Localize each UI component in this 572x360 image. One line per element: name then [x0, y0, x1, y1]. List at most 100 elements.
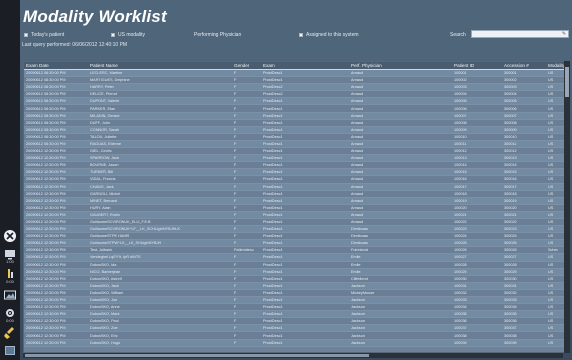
table-cell: 100005 [454, 99, 467, 104]
column-header-exam[interactable]: Exam [261, 63, 349, 68]
table-row[interactable]: 20090612 12:30:00 PM BOURNE, Jason F ProstD… [24, 162, 566, 170]
table-row[interactable]: 20090612 12:30:00 PM DubosSKO, Hugo F Prost… [24, 339, 566, 347]
table-cell: F [234, 85, 237, 90]
table-row[interactable]: 20090612 12:30:00 PM DubosSKO, Mark F Prost… [24, 311, 566, 319]
table-row[interactable]: 20090612 12:30:00 PM GuillaumeSTPE HAMR F P… [24, 233, 566, 241]
checkbox[interactable] [299, 33, 303, 37]
checkbox[interactable] [24, 33, 28, 37]
table-cell: ProstDesc1 [263, 198, 283, 203]
table-row[interactable]: 20090612 12:30:00 PM Test, Julbank Patient… [24, 247, 566, 255]
table-row[interactable]: 20090612 08:30:00 PM TALOU, Juliette F Pros… [24, 133, 566, 141]
column-header-accession[interactable]: Accession # [502, 63, 546, 68]
table-row[interactable]: 20090612 08:30:00 PM HARRY, Peter F ProstDe… [24, 84, 566, 92]
column-header-exam-date[interactable]: Exam Date [24, 63, 88, 68]
table-row[interactable]: 20090612 12:30:00 PM GARNOLI, Michel F Pros… [24, 190, 566, 198]
table-cell: ProstDesc1 [263, 127, 283, 132]
table-cell: Arnaud [351, 134, 364, 139]
table-cell: US [548, 276, 554, 281]
table-row[interactable]: 20090612 12:30:00 PM NICO, Barberjean F Pro… [24, 268, 566, 276]
table-cell: Arnaud [351, 127, 364, 132]
table-row[interactable]: 20090612 12:30:00 PM SPARROW, Jack F ProstD… [24, 155, 566, 163]
table-row[interactable]: 20090612 12:30:00 PM CHANG, Jack F ProstDes… [24, 183, 566, 191]
table-row[interactable]: 20090612 12:30:00 PM GIEL, Cedric F ProstDe… [24, 148, 566, 156]
monitor-icon[interactable] [2, 343, 18, 359]
table-row[interactable]: 20090612 12:30:00 PM Vendeghel LqEY'lt, I… [24, 254, 566, 262]
table-cell: US [548, 191, 554, 196]
table-row[interactable]: 20090612 12:30:00 PM DubosSKO, Eric F Prost… [24, 332, 566, 340]
table-row[interactable]: 20090612 12:30:00 PM HURY, Alain F ProstDes… [24, 204, 566, 212]
table-row[interactable]: 20090612 12:30:00 PM VIDAL, Francis F Prost… [24, 176, 566, 184]
filter-todays-patient[interactable]: Today's patient [24, 32, 64, 38]
table-row[interactable]: 20090612 08:30:00 PM MARTIGUES, Delphine F… [24, 77, 566, 85]
table-cell: 300039 [504, 340, 517, 345]
table-cell: Jackson [351, 312, 365, 317]
horizontal-scrollbar[interactable] [23, 353, 563, 358]
column-header-patient-name[interactable]: Patient Name [88, 63, 232, 68]
table-cell: 300032 [504, 290, 517, 295]
filter-assigned-system[interactable]: Assigned to this system [299, 32, 359, 38]
scroll-thumb[interactable] [565, 67, 569, 97]
search-input[interactable] [471, 30, 569, 38]
table-cell: GuillaumeSCVIRONUK^LF__LK_SCHUgb/NYBJHLK [90, 227, 180, 232]
clean-icon[interactable] [2, 325, 18, 341]
table-row[interactable]: 20090612 12:30:00 PM DubosSKO, Joe F ProstD… [24, 297, 566, 305]
close-icon[interactable] [2, 228, 18, 244]
table-cell: Jackson [351, 340, 365, 345]
table-row[interactable]: 20090612 08:30:00 PM DUFF, John F ProstDesc… [24, 119, 566, 127]
table-cell: Jackson [351, 283, 365, 288]
table-row[interactable]: 20090612 12:30:00 PM DubosSKO, Anne F Prost… [24, 304, 566, 312]
table-cell: F [234, 92, 237, 97]
table-cell: US [548, 85, 554, 90]
checkbox[interactable] [111, 33, 115, 37]
table-cell: Emile [351, 262, 361, 267]
table-row[interactable]: 20090612 12:30:00 PM GuillaumeSCVIRONUK^L… [24, 226, 566, 234]
table-row[interactable]: 20090612 12:30:00 PM GuillaumeSCVIRONUK_E… [24, 218, 566, 227]
table-cell: 100012 [454, 149, 467, 154]
table-cell: 300002 [504, 78, 517, 83]
search-icon[interactable]: ✎ [561, 31, 567, 37]
table-row[interactable]: 20090612 08:30:00 PM PARKER, Etan F ProstDe… [24, 105, 566, 113]
table-cell: F [234, 113, 237, 118]
table-row[interactable]: 20090612 12:30:00 PM GAUBERT, Robin F Prost… [24, 211, 566, 219]
table-row[interactable]: 20090612 12:30:00 PM MINET, Bernard F Prost… [24, 197, 566, 205]
scroll-thumb[interactable] [25, 354, 369, 357]
column-header-perf-physician[interactable]: Perf. Physician [349, 63, 452, 68]
table-row[interactable]: 20090612 08:30:00 PM DUPONT, Valerie F Pros… [24, 98, 566, 106]
table-cell: US [548, 298, 554, 303]
column-header-patient-id[interactable]: Patient ID [452, 63, 502, 68]
filter-label: Performing Physician [194, 32, 242, 38]
table-cell: 100011 [454, 141, 467, 146]
table-cell: MickeyMouse [351, 290, 375, 295]
table-row[interactable]: 20090612 08:30:00 PM RAGUAS, Etienne F Pros… [24, 140, 566, 149]
table-cell: F [234, 149, 237, 154]
rail-label-2: 0:00 [6, 279, 14, 284]
column-header-gender[interactable]: Gender [232, 63, 261, 68]
vertical-scrollbar[interactable] [564, 61, 570, 353]
table-row[interactable]: 20090612 08:30:00 PM MILADIN, Gerard F Pros… [24, 112, 566, 120]
filter-bar: Today's patient US modality Performing P… [24, 30, 569, 42]
table-row[interactable]: 20090612 12:30:00 PM DubosSKO, Zoe F ProstD… [24, 325, 566, 333]
table-row[interactable]: 20090612 08:30:00 PM DELICE, Pierrot F Pros… [24, 91, 566, 99]
table-cell: Arnaud [351, 92, 364, 97]
column-header-modality[interactable]: Modality [546, 63, 564, 68]
image-icon[interactable] [2, 287, 18, 303]
table-row[interactable]: 20090612 12:30:00 PM DubosSKO, Astrelf F Pr… [24, 275, 566, 283]
table-cell: 20090612 08:30:00 PM [26, 141, 66, 146]
table-header: Exam Date Patient Name Gender Exam Perf.… [24, 62, 566, 70]
table-row[interactable]: 20090612 12:30:00 PM GuillaumeSTPW^LK__LK… [24, 240, 566, 248]
table-cell: US [548, 305, 554, 310]
table-cell: ProstDesc1 [263, 191, 283, 196]
table-cell: US [548, 156, 554, 161]
table-row[interactable]: 20090612 12:30:00 PM DubosSKO, Ida F ProstD… [24, 261, 566, 269]
filter-us-modality[interactable]: US modality [111, 32, 145, 38]
table-row[interactable]: 20090612 08:30:00 PM LECLERC, Martine F Pro… [24, 70, 566, 78]
filter-performing-physician[interactable]: Performing Physician [194, 32, 241, 38]
table-row[interactable]: 20090612 12:30:00 PM TURNER, Bill F ProstDe… [24, 169, 566, 177]
table-row[interactable]: 20090612 08:30:00 PM CONNOR, Sarah F ProstD… [24, 126, 566, 134]
table-cell: US [548, 141, 554, 146]
table-row[interactable]: 20090612 12:30:00 PM DubosSKO, Paul F Prost… [24, 318, 566, 326]
table-cell: 20090612 08:30:00 PM [26, 134, 66, 139]
table-row[interactable]: 20090612 12:30:00 PM DubosSKO, William F Pr… [24, 289, 566, 297]
table-cell: US [548, 212, 554, 217]
table-row[interactable]: 20090612 12:30:00 PM DubosSKO, Jack F Prost… [24, 282, 566, 290]
